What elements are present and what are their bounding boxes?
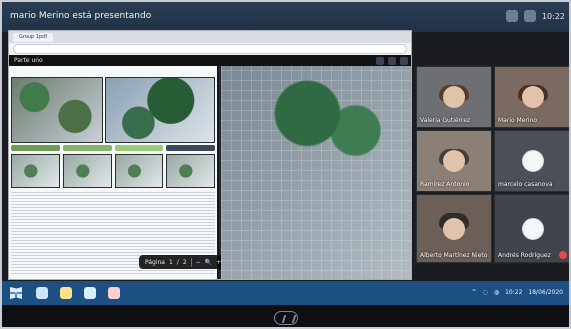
presenter-label: mario Merino está presentando [10,11,152,21]
participant-avatar-icon [521,217,544,240]
legend-swatch [166,145,215,151]
participant-face [443,150,465,172]
participant-tile[interactable]: Andrés Rodríguez [494,194,569,263]
photo-frame: mario Merino está presentando 10:22 Grou… [0,0,571,329]
muted-mic-icon [559,251,567,259]
meeting-app-icon[interactable] [505,10,518,22]
document-toolbar-center-label: Parte uno [14,57,43,64]
top-right-cluster: 10:22 [505,10,565,22]
participant-name: Andrés Rodríguez [498,252,551,259]
toolbar-print-icon[interactable] [400,56,408,65]
browser-tab[interactable]: Group 1pdf [13,32,54,42]
document-page-left: Página 1 / 2 − 🔍 + [9,66,228,279]
thumbnail [114,154,164,188]
participant-face [443,217,465,240]
document-toolbar: Parte uno [9,55,411,66]
document-content: Página 1 / 2 − 🔍 + [9,66,411,279]
toolbar-rotate-icon[interactable] [376,56,384,65]
page-controls-divider [190,257,192,267]
meeting-presenter-bar: mario Merino está presentando 10:22 [2,2,569,32]
document-toolbar-icons [376,56,408,65]
participant-tile[interactable]: Mario Merino [494,66,569,128]
legend-swatch [11,145,60,151]
app-icon[interactable] [108,287,120,299]
participant-face [443,86,465,108]
windows-taskbar: ^ ◌ ◍ 10:22 18/06/2020 [2,281,569,305]
participant-tile[interactable]: Valeria Gutiérrez [416,66,492,128]
participant-name: Alberto Martínez Nieto [420,252,488,259]
toolbar-download-icon[interactable] [388,56,396,65]
city-map-image [221,66,411,279]
file-explorer-icon[interactable] [36,287,48,299]
tray-chevron-icon[interactable]: ^ [472,289,477,296]
address-bar[interactable] [13,44,407,54]
participant-tile[interactable]: Alberto Martínez Nieto [416,194,492,263]
participant-tile[interactable]: marcelo casanova [494,130,569,192]
participant-name: Valeria Gutiérrez [420,117,471,124]
zoom-out-icon[interactable]: − [196,259,201,266]
satellite-image-right [105,77,215,143]
page-number[interactable]: 1 [169,259,173,266]
chrome-icon[interactable] [84,287,96,299]
satellite-image-left [11,77,103,143]
thumbnail [62,154,112,188]
page-total: 2 [182,258,187,266]
participant-face [521,86,544,108]
thumbnail [11,154,60,188]
page-slash: / [176,258,179,266]
browser-window: Group 1pdf Parte uno Página 1 / 2 − 🔍 + [8,30,412,280]
legend-row [11,145,215,151]
top-right-clock: 10:22 [541,11,565,21]
folder-icon[interactable] [60,287,72,299]
hp-logo-icon [274,311,298,325]
system-tray: ^ ◌ ◍ 10:22 18/06/2020 [472,289,563,296]
legend-swatch [62,145,112,151]
participant-name: Ramírez Antonio [420,181,470,188]
participant-avatar-icon [521,150,544,172]
taskbar-time: 10:22 [505,289,523,296]
legend-swatch [114,145,164,151]
page-label: Página [145,258,165,266]
taskbar-date: 18/06/2020 [528,289,563,296]
video-grid: Valeria Gutiérrez Mario Merino Ramírez A… [414,64,569,265]
page-controls: Página 1 / 2 − 🔍 + [139,255,228,269]
browser-tab-strip: Group 1pdf [9,31,411,43]
thumbnail [166,154,215,188]
participant-tile[interactable]: Ramírez Antonio [416,130,492,192]
volume-icon[interactable]: ◍ [494,289,499,296]
participant-name: marcelo casanova [498,181,553,188]
wifi-icon[interactable]: ◌ [483,289,488,296]
document-page-right [221,66,411,279]
meeting-app-icon-2[interactable] [523,10,536,22]
participant-name: Mario Merino [498,117,538,124]
windows-start-icon[interactable] [10,287,22,299]
thumbnail-row [11,154,215,188]
zoom-icon[interactable]: 🔍 [205,259,212,266]
